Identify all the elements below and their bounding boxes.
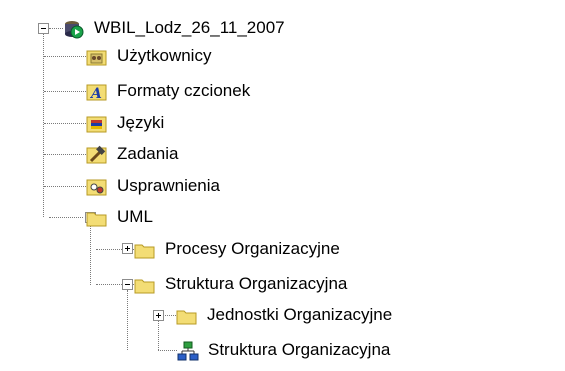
tree-connector <box>49 217 83 218</box>
tasks-hammer-icon <box>86 144 108 164</box>
tree-node-font-formats[interactable]: A Formaty czcionek <box>86 77 253 105</box>
collapse-toggle-struktura[interactable] <box>122 279 133 290</box>
tree-node-label: Użytkownicy <box>117 46 212 65</box>
tree-view[interactable]: WBIL_Lodz_26_11_2007 Użytkownicy A Forma… <box>0 0 565 371</box>
tree-node-label: Jednostki Organizacyjne <box>207 305 393 324</box>
tree-node-struktura-diagram[interactable]: Struktura Organizacyjna <box>177 336 393 364</box>
tree-node-tasks[interactable]: Zadania <box>86 140 181 168</box>
improvements-icon <box>86 176 108 196</box>
org-chart-icon <box>177 340 199 361</box>
tree-node-languages[interactable]: Języki <box>86 109 167 137</box>
tree-node-root[interactable]: WBIL_Lodz_26_11_2007 <box>63 14 288 42</box>
folder-icon <box>176 305 198 325</box>
tree-connector <box>49 28 63 29</box>
expand-toggle-procesy[interactable] <box>122 243 133 254</box>
tree-node-label: Usprawnienia <box>117 176 220 195</box>
folder-open-icon <box>134 274 156 294</box>
tree-node-label: UML <box>117 207 153 226</box>
tree-connector <box>158 320 159 350</box>
tree-connector <box>44 123 86 124</box>
tree-node-label: Formaty czcionek <box>117 81 251 100</box>
tree-connector <box>90 222 91 285</box>
tree-connector <box>44 56 86 57</box>
tree-node-improvements[interactable]: Usprawnienia <box>86 172 223 200</box>
tree-node-label: Struktura Organizacyjna <box>165 274 348 293</box>
collapse-toggle-root[interactable] <box>38 23 49 34</box>
tree-connector <box>163 315 176 316</box>
tree-connector <box>158 350 177 351</box>
svg-text:A: A <box>89 86 102 102</box>
languages-icon <box>86 113 108 133</box>
tree-connector <box>44 186 86 187</box>
tree-connector <box>43 34 44 217</box>
tree-node-label: Języki <box>117 113 165 132</box>
tree-node-label: Zadania <box>117 144 179 163</box>
expand-toggle-jednostki[interactable] <box>153 310 164 321</box>
folder-open-icon <box>86 207 108 227</box>
tree-node-uml[interactable]: UML <box>83 203 156 231</box>
tree-node-users[interactable]: Użytkownicy <box>86 42 214 70</box>
tree-connector <box>44 91 86 92</box>
tree-node-jednostki[interactable]: Jednostki Organizacyjne <box>176 301 395 329</box>
tree-node-procesy[interactable]: Procesy Organizacyjne <box>134 235 343 263</box>
font-format-icon: A <box>86 81 108 102</box>
tree-node-label: WBIL_Lodz_26_11_2007 <box>94 18 285 37</box>
tree-connector <box>127 290 128 350</box>
tree-connector <box>44 154 86 155</box>
folder-icon <box>134 239 156 259</box>
tree-node-struktura-folder[interactable]: Struktura Organizacyjna <box>134 270 350 298</box>
users-folder-icon <box>86 46 108 66</box>
database-globe-icon <box>63 18 85 39</box>
tree-node-label: Struktura Organizacyjna <box>208 340 391 359</box>
tree-node-label: Procesy Organizacyjne <box>165 239 340 258</box>
